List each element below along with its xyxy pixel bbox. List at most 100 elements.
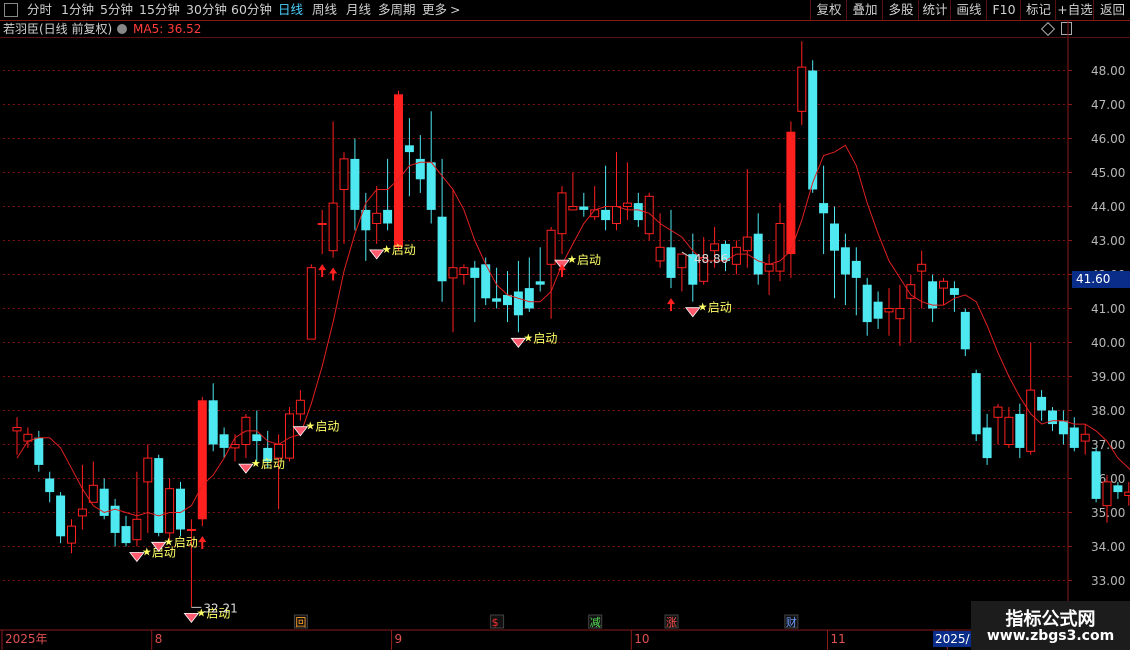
y-tick-label: 34.00 xyxy=(1091,540,1125,554)
up-arrow-icon xyxy=(667,298,675,305)
candle-body xyxy=(601,209,611,221)
candle-body-up xyxy=(775,223,785,272)
candle-body-up xyxy=(546,229,556,265)
candle-body xyxy=(34,437,44,465)
candle-body xyxy=(808,70,818,190)
candle-body-up xyxy=(644,195,654,235)
candle-body xyxy=(786,131,796,255)
signal-label: 启动 xyxy=(708,301,732,315)
candle-body-up xyxy=(230,444,240,449)
candle-body xyxy=(176,488,185,530)
candle-body xyxy=(1058,420,1068,435)
candle-body xyxy=(633,203,643,221)
up-arrow-icon xyxy=(198,536,207,543)
star-icon: ★ xyxy=(382,243,392,256)
candle-body-up xyxy=(884,308,894,313)
candle-body xyxy=(503,294,512,306)
candle-body-up xyxy=(917,263,927,272)
signal-label: 启动 xyxy=(261,457,285,471)
signal-label: 启动 xyxy=(392,243,416,257)
candle-body xyxy=(1037,396,1047,411)
y-tick-label: 44.00 xyxy=(1091,200,1125,214)
x-tick-label: 2025年 xyxy=(5,632,48,646)
star-icon: ★ xyxy=(251,457,261,470)
candle-body-up xyxy=(1124,491,1130,497)
candle-body xyxy=(873,301,883,319)
candle-body-up xyxy=(764,263,774,272)
candle-body-up xyxy=(797,66,807,112)
candle-body-up xyxy=(165,488,175,534)
candle-body xyxy=(840,247,850,275)
y-tick-label: 48.00 xyxy=(1091,64,1125,78)
candle-body xyxy=(1091,451,1101,499)
candle-body xyxy=(1015,413,1025,448)
candle-body xyxy=(383,209,393,224)
candle-body-up xyxy=(557,192,567,235)
candle-body xyxy=(56,495,66,537)
x-tick-label: 9 xyxy=(395,632,403,646)
candle-body xyxy=(45,478,55,493)
candle-body xyxy=(252,434,262,442)
candle-body-up xyxy=(1026,389,1036,452)
candle-body xyxy=(426,162,436,210)
candle-body-up xyxy=(448,267,458,279)
star-icon: ★ xyxy=(305,420,315,433)
y-tick-label: 46.00 xyxy=(1091,132,1125,146)
candle-body xyxy=(121,526,131,544)
candle-body-up xyxy=(186,529,196,531)
candle-body-up xyxy=(274,444,284,459)
candle-body-up xyxy=(612,206,621,224)
candle-body-up xyxy=(285,413,294,459)
candle-body xyxy=(197,400,207,520)
event-marker[interactable]: 涨 xyxy=(666,616,677,629)
y-tick-label: 41.00 xyxy=(1091,302,1125,316)
candle-body-up xyxy=(939,280,948,289)
event-marker[interactable]: 减 xyxy=(590,616,601,629)
x-tick-label: 10 xyxy=(634,632,649,646)
candle-body xyxy=(971,373,981,435)
star-icon: ★ xyxy=(523,331,533,344)
signal-label: 启动 xyxy=(174,535,198,549)
candle-body-up xyxy=(993,406,1003,418)
candle-body xyxy=(524,288,534,309)
candle-body xyxy=(830,223,839,251)
y-tick-label: 43.00 xyxy=(1091,234,1125,248)
candle-body-up xyxy=(306,267,316,340)
candle-body-up xyxy=(67,525,76,544)
watermark: 指标公式网 www.zbgs3.com xyxy=(971,601,1130,650)
candle-body xyxy=(513,291,523,316)
candle-body xyxy=(579,206,589,210)
candle-body xyxy=(960,311,970,350)
candle-body-up xyxy=(372,212,382,225)
candlestick-chart[interactable]: 33.0034.0035.0036.0037.0038.0039.0040.00… xyxy=(0,0,1130,650)
y-tick-label: 33.00 xyxy=(1091,574,1125,588)
y-tick-label: 45.00 xyxy=(1091,166,1125,180)
event-marker[interactable]: 回 xyxy=(295,616,306,629)
signal-label: 启动 xyxy=(533,331,557,345)
candle-body-up xyxy=(88,484,98,503)
candle-body-up xyxy=(132,518,142,541)
candle-body xyxy=(1069,427,1079,448)
star-icon: ★ xyxy=(164,535,174,548)
y-tick-label: 39.00 xyxy=(1091,370,1125,384)
star-icon: ★ xyxy=(698,301,708,314)
candle-body xyxy=(982,427,992,459)
candle-body-up xyxy=(317,223,327,225)
x-tick-label: 8 xyxy=(155,632,163,646)
candle-body-up xyxy=(895,308,905,320)
signal-label: 启动 xyxy=(577,253,601,267)
candle-body xyxy=(394,94,403,248)
candle-body-up xyxy=(143,457,153,483)
x-tick-label: 11 xyxy=(831,632,846,646)
candle-body-up xyxy=(459,267,469,276)
candle-body-up xyxy=(622,202,632,208)
star-icon: ★ xyxy=(142,546,152,559)
up-arrow-icon xyxy=(329,267,338,274)
candle-body xyxy=(1113,485,1123,493)
candle-body xyxy=(819,203,829,214)
candle-body xyxy=(949,288,959,295)
event-marker[interactable]: 财 xyxy=(786,615,797,629)
event-marker[interactable]: $ xyxy=(492,616,499,629)
candle-body-up xyxy=(12,427,22,432)
candle-body-up xyxy=(742,236,752,252)
